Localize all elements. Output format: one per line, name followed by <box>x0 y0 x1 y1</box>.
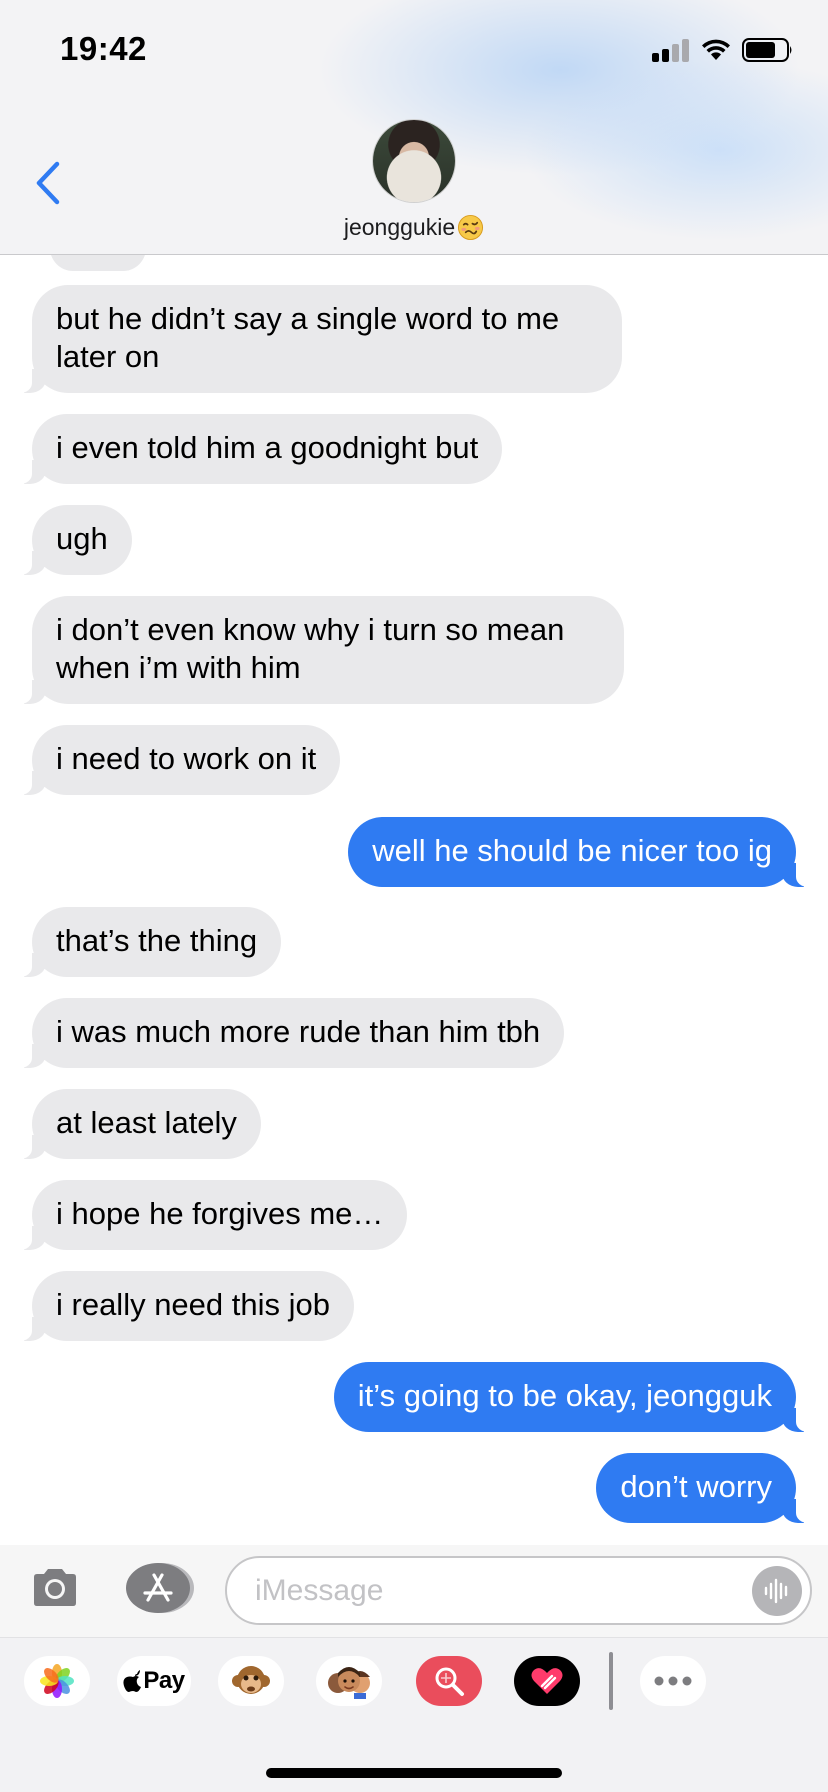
outgoing-message[interactable]: well he should be nicer too ig <box>348 817 810 887</box>
woozy-face-icon <box>458 214 484 241</box>
incoming-message[interactable]: i don’t even know why i turn so mean whe… <box>18 596 624 704</box>
image-search-app-button[interactable] <box>416 1656 482 1706</box>
apple-pay-label: Pay <box>143 1667 185 1694</box>
incoming-message[interactable]: i hope he forgives me… <box>17 1180 408 1250</box>
wifi-icon <box>702 39 730 60</box>
chevron-left-icon <box>36 161 60 205</box>
status-time: 19:42 <box>60 30 147 67</box>
compose-bar <box>0 1545 828 1637</box>
cropped-message-bubble <box>50 255 146 271</box>
apple-pay-button[interactable]: Pay <box>117 1656 191 1706</box>
incoming-message[interactable]: that’s the thing <box>17 907 282 977</box>
outgoing-message[interactable]: it’s going to be okay, jeongguk <box>333 1362 811 1432</box>
digital-touch-icon <box>531 1668 563 1694</box>
drawer-divider <box>609 1652 613 1710</box>
camera-icon[interactable] <box>30 1565 80 1609</box>
incoming-message[interactable]: i even told him a goodnight but <box>17 414 503 484</box>
memoji-icon <box>328 1667 370 1699</box>
photos-app-button[interactable] <box>24 1656 90 1706</box>
contact-avatar[interactable] <box>373 120 455 202</box>
image-search-icon <box>435 1667 464 1696</box>
more-apps-button[interactable] <box>640 1656 706 1706</box>
incoming-message[interactable]: i need to work on it <box>17 725 341 795</box>
more-apps-icon <box>654 1676 692 1686</box>
digital-touch-app-button[interactable] <box>514 1656 580 1706</box>
home-indicator <box>266 1768 562 1778</box>
monkey-icon <box>232 1666 270 1694</box>
audio-message-button[interactable] <box>752 1566 802 1616</box>
message-input[interactable] <box>255 1572 715 1610</box>
app-store-icon <box>143 1573 173 1602</box>
app-drawer: Pay <box>0 1637 828 1792</box>
animoji-app-button[interactable] <box>218 1656 284 1706</box>
contact-name: jeonggukie <box>343 214 456 240</box>
app-store-button[interactable] <box>126 1563 190 1613</box>
cellular-signal-icon <box>652 38 690 62</box>
outgoing-message[interactable]: don’t worry <box>596 1453 810 1523</box>
incoming-message[interactable]: i really need this job <box>18 1271 354 1341</box>
battery-icon <box>742 38 792 62</box>
imessage-field[interactable] <box>225 1556 812 1625</box>
incoming-message[interactable]: ugh <box>18 505 132 575</box>
waveform-icon <box>764 1578 788 1604</box>
incoming-message[interactable]: i was much more rude than him tbh <box>17 998 565 1068</box>
contact-name-link[interactable]: jeonggukie <box>0 214 828 241</box>
back-button[interactable] <box>28 158 68 208</box>
incoming-message[interactable]: but he didn’t say a single word to me la… <box>18 285 622 393</box>
conversation-header: 19:42 jeonggukie <box>0 0 828 255</box>
photos-icon <box>40 1664 74 1698</box>
memoji-app-button[interactable] <box>316 1656 382 1706</box>
apple-logo-icon <box>123 1670 142 1692</box>
incoming-message[interactable]: at least lately <box>18 1089 261 1159</box>
message-thread[interactable]: but he didn’t say a single word to me la… <box>0 255 828 1545</box>
